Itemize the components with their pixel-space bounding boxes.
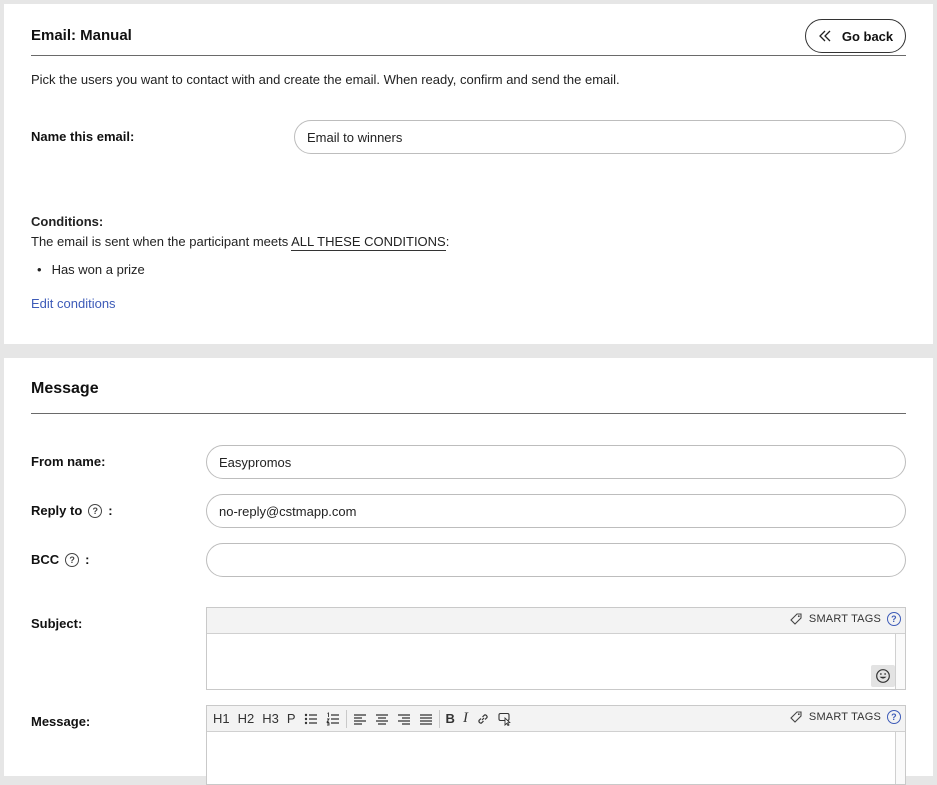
paragraph-button[interactable]: P [283,709,300,729]
smart-tags-label: SMART TAGS [808,613,881,625]
message-smart-tags-button[interactable]: SMART TAGS ? [789,710,901,724]
emoji-icon [876,669,890,683]
reply-to-label: Reply to ? : [31,503,113,518]
align-justify-icon [419,713,432,725]
align-center-button[interactable] [371,709,393,729]
bold-button[interactable]: B [442,709,459,729]
italic-button[interactable]: I [459,709,472,729]
subject-toolbar: SMART TAGS ? [207,608,905,634]
reply-to-label-text: Reply to [31,503,83,518]
insert-button-button[interactable] [494,709,516,729]
smart-tags-button[interactable]: SMART TAGS ? [789,612,901,626]
from-name-label: From name: [31,454,106,469]
message-card: Message From name: Reply to ? : BCC ? : … [4,358,933,785]
tag-icon [790,613,802,625]
conditions-description: The email is sent when the participant m… [31,234,450,251]
align-right-button[interactable] [393,709,415,729]
align-justify-button[interactable] [415,709,437,729]
bcc-label-text: BCC [31,552,60,567]
conditions-emphasis: ALL THESE CONDITIONS [291,234,446,251]
link-button[interactable] [472,709,494,729]
bcc-label: BCC ? : [31,552,90,567]
message-editor[interactable]: H1 H2 H3 P B I SMART TAGS ? [206,705,906,785]
heading3-button[interactable]: H3 [258,709,283,729]
subject-editor[interactable]: SMART TAGS ? [206,607,906,690]
reply-to-input[interactable] [206,494,906,528]
double-chevron-left-icon [818,30,831,42]
align-left-icon [353,713,366,725]
bcc-colon: : [85,552,90,567]
help-icon[interactable]: ? [65,552,80,567]
bullet-list-button[interactable] [300,709,322,729]
conditions-text-suffix: : [445,234,450,249]
smart-tags-help-icon[interactable]: ? [887,710,901,724]
toolbar-separator [438,709,440,728]
go-back-label: Go back [841,28,894,44]
subject-scrollbar[interactable] [895,634,905,689]
heading1-button[interactable]: H1 [209,709,234,729]
edit-conditions-link[interactable]: Edit conditions [31,296,116,311]
heading2-button[interactable]: H2 [234,709,259,729]
button-cursor-icon [498,712,511,726]
align-right-icon [397,713,410,725]
page-title: Email: Manual [31,27,132,44]
from-name-input[interactable] [206,445,906,479]
align-left-button[interactable] [349,709,371,729]
condition-list-item: • Has won a prize [37,262,145,277]
message-scrollbar[interactable] [895,732,905,784]
subject-label: Subject: [31,616,83,631]
numbered-list-icon [325,711,339,725]
message-section-title: Message [31,380,99,397]
email-name-input[interactable] [294,120,906,154]
smart-tags-label: SMART TAGS [808,711,881,723]
email-name-label: Name this email: [31,129,135,144]
toolbar-separator [345,709,347,728]
align-center-icon [375,713,388,725]
numbered-list-button[interactable] [322,709,344,729]
condition-item-text: Has won a prize [51,262,145,277]
help-icon[interactable]: ? [88,503,103,518]
reply-to-colon: : [108,503,113,518]
emoji-button[interactable] [871,665,895,687]
page-description: Pick the users you want to contact with … [31,72,620,87]
tag-icon [790,711,802,723]
message-divider [31,413,906,414]
conditions-heading: Conditions: [31,214,104,229]
bullet-list-icon [304,713,317,724]
bcc-input[interactable] [206,543,906,577]
email-settings-card: Email: Manual Go back Pick the users you… [4,4,933,344]
bullet-icon: • [37,262,42,277]
smart-tags-help-icon[interactable]: ? [887,612,901,626]
link-icon [478,713,488,724]
message-toolbar: H1 H2 H3 P B I SMART TAGS ? [207,706,905,732]
title-divider [31,55,906,56]
message-label: Message: [31,714,91,729]
go-back-button[interactable]: Go back [805,19,906,53]
conditions-text-prefix: The email is sent when the participant m… [31,234,292,249]
